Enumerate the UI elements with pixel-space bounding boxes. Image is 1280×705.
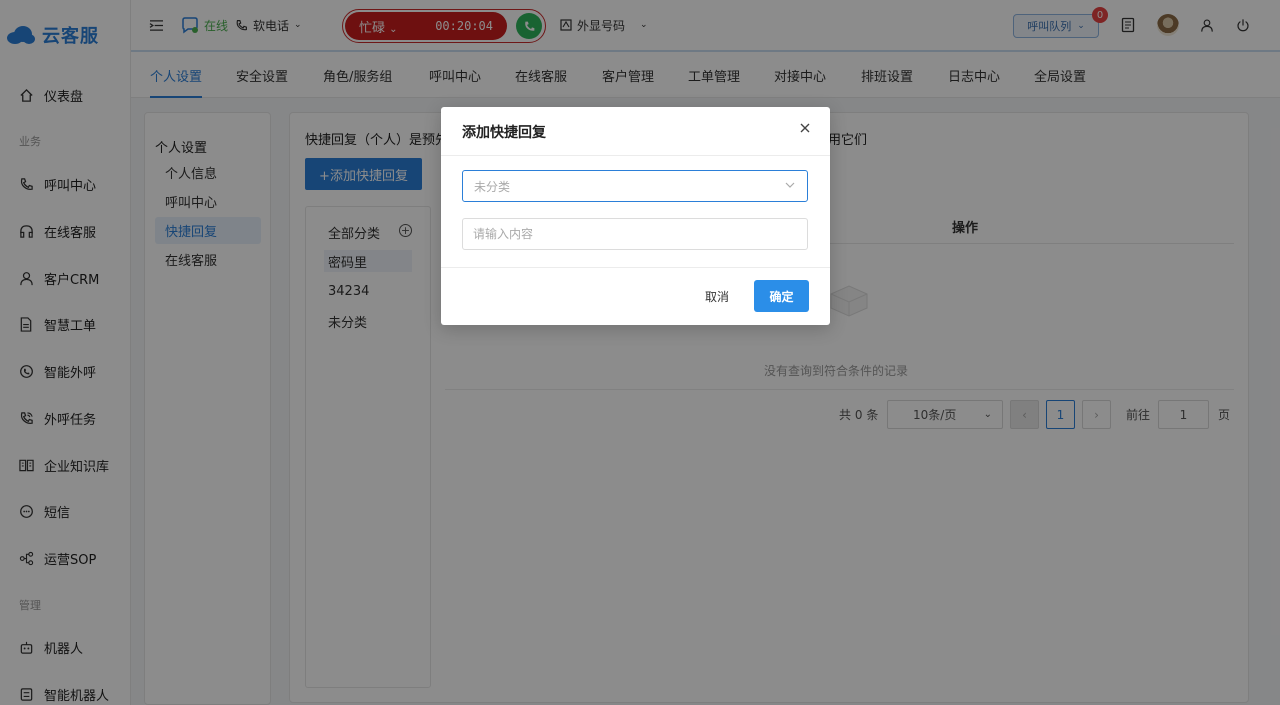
dialog-divider [441,155,830,156]
category-select[interactable]: 未分类 [462,170,808,202]
content-input[interactable] [462,218,808,250]
cancel-button[interactable]: 取消 [697,282,737,310]
close-button[interactable] [798,121,812,135]
close-icon [800,123,810,133]
dialog-title: 添加快捷回复 [462,125,546,141]
category-select-value: 未分类 [474,179,511,194]
dialog-divider [441,267,830,268]
confirm-button[interactable]: 确定 [754,280,809,312]
chevron-down-icon [785,182,795,188]
modal-overlay[interactable] [0,0,1280,705]
add-quick-reply-dialog: 添加快捷回复 未分类 取消 确定 [441,107,830,325]
